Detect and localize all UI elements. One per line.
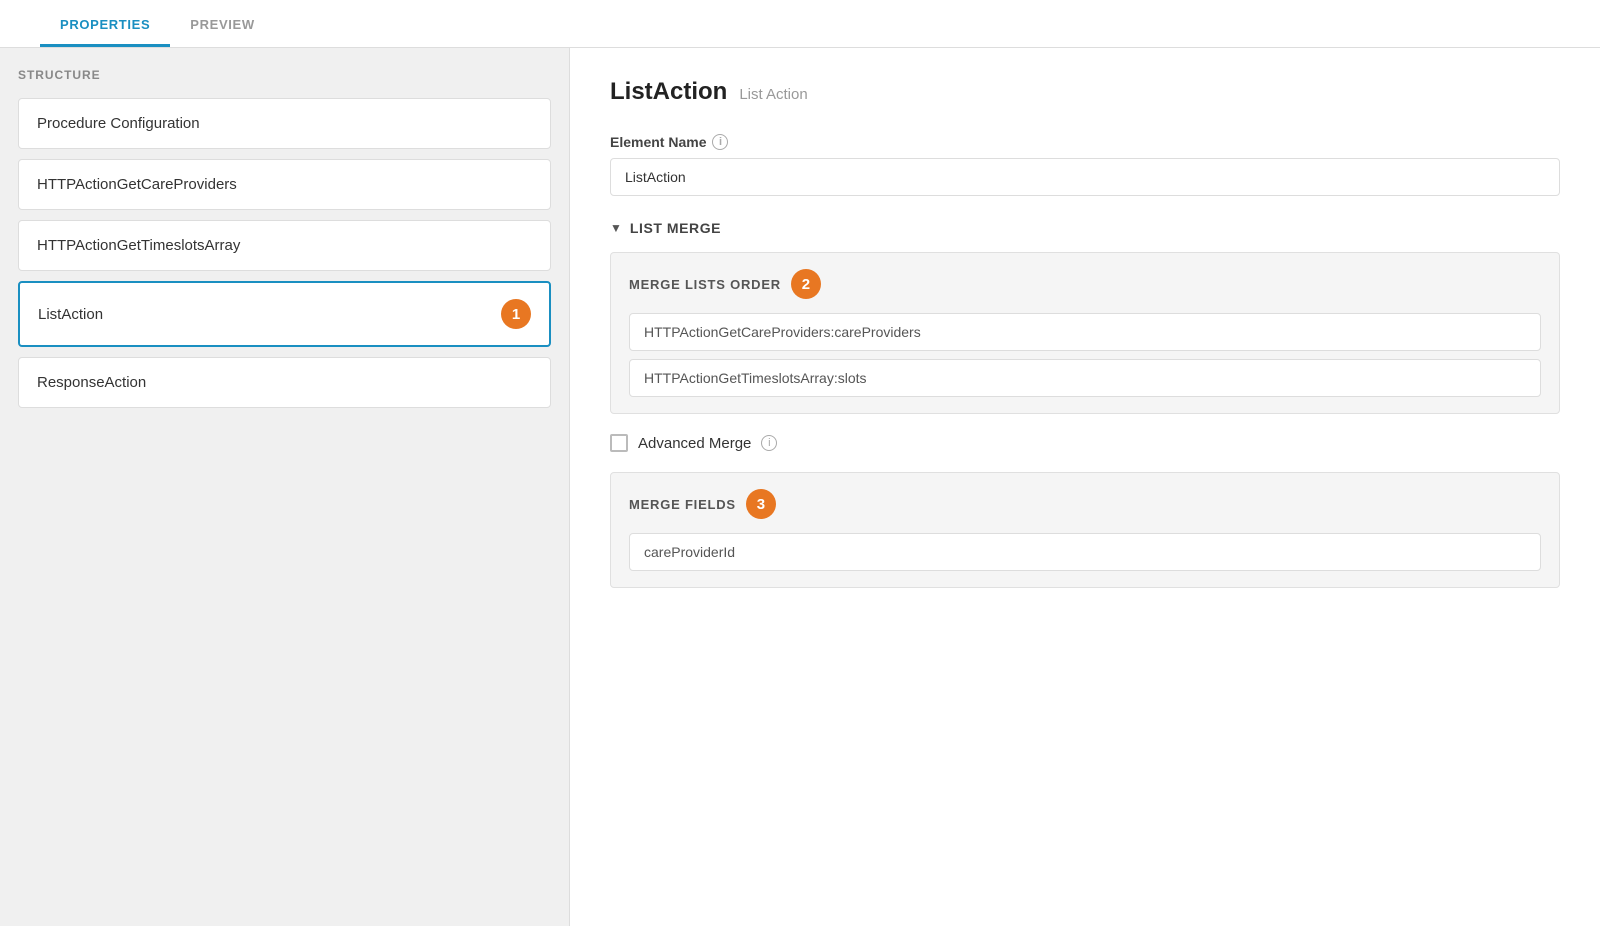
- list-merge-arrow-icon: ▼: [610, 221, 622, 235]
- sidebar-item-http-timeslots[interactable]: HTTPActionGetTimeslotsArray: [18, 220, 551, 271]
- merge-fields-box: MERGE FIELDS 3 careProviderId: [610, 472, 1560, 588]
- main-content: STRUCTURE Procedure Configuration HTTPAct…: [0, 48, 1600, 926]
- element-name-input[interactable]: [610, 158, 1560, 196]
- sidebar-label: STRUCTURE: [18, 68, 551, 82]
- sidebar-item-badge-list-action: 1: [501, 299, 531, 329]
- sidebar-item-label-http-timeslots: HTTPActionGetTimeslotsArray: [37, 237, 240, 254]
- merge-lists-order-box: MERGE LISTS ORDER 2 HTTPActionGetCarePro…: [610, 252, 1560, 414]
- sidebar-item-http-careproviders[interactable]: HTTPActionGetCareProviders: [18, 159, 551, 210]
- merge-fields-header: MERGE FIELDS 3: [629, 489, 1541, 519]
- merge-lists-order-badge: 2: [791, 269, 821, 299]
- advanced-merge-label: Advanced Merge: [638, 435, 751, 452]
- sidebar-item-label-list-action: ListAction: [38, 306, 103, 323]
- merge-fields-badge: 3: [746, 489, 776, 519]
- merge-lists-order-label: MERGE LISTS ORDER: [629, 277, 781, 292]
- merge-field-items-container: careProviderId: [629, 533, 1541, 571]
- element-title: ListAction List Action: [610, 78, 1560, 106]
- sidebar-item-procedure-config[interactable]: Procedure Configuration: [18, 98, 551, 149]
- merge-list-item-0: HTTPActionGetCareProviders:careProviders: [629, 313, 1541, 351]
- sidebar-item-label-response-action: ResponseAction: [37, 374, 146, 391]
- merge-fields-label: MERGE FIELDS: [629, 497, 736, 512]
- element-name-label: Element Name i: [610, 134, 1560, 150]
- list-merge-section-header: ▼ LIST MERGE: [610, 220, 1560, 236]
- advanced-merge-row: Advanced Merge i: [610, 434, 1560, 452]
- sidebar-item-label-procedure-config: Procedure Configuration: [37, 115, 200, 132]
- tab-properties[interactable]: PROPERTIES: [40, 5, 170, 47]
- advanced-merge-info-icon[interactable]: i: [761, 435, 777, 451]
- merge-list-items-container: HTTPActionGetCareProviders:careProviders…: [629, 313, 1541, 397]
- element-title-sub: List Action: [739, 86, 807, 103]
- merge-field-item-0: careProviderId: [629, 533, 1541, 571]
- sidebar-item-label-http-careproviders: HTTPActionGetCareProviders: [37, 176, 237, 193]
- top-tabs: PROPERTIES PREVIEW: [0, 0, 1600, 48]
- sidebar-item-response-action[interactable]: ResponseAction: [18, 357, 551, 408]
- sidebar: STRUCTURE Procedure Configuration HTTPAct…: [0, 48, 570, 926]
- advanced-merge-checkbox[interactable]: [610, 434, 628, 452]
- merge-list-item-1: HTTPActionGetTimeslotsArray:slots: [629, 359, 1541, 397]
- tab-preview[interactable]: PREVIEW: [170, 5, 275, 47]
- merge-lists-order-header: MERGE LISTS ORDER 2: [629, 269, 1541, 299]
- sidebar-items-container: Procedure Configuration HTTPActionGetCare…: [18, 98, 551, 408]
- sidebar-item-list-action[interactable]: ListAction 1: [18, 281, 551, 347]
- element-title-main: ListAction: [610, 78, 727, 106]
- element-name-info-icon[interactable]: i: [712, 134, 728, 150]
- right-panel: ListAction List Action Element Name i ▼ …: [570, 48, 1600, 926]
- app-container: PROPERTIES PREVIEW STRUCTURE Procedure C…: [0, 0, 1600, 926]
- list-merge-title: LIST MERGE: [630, 220, 721, 236]
